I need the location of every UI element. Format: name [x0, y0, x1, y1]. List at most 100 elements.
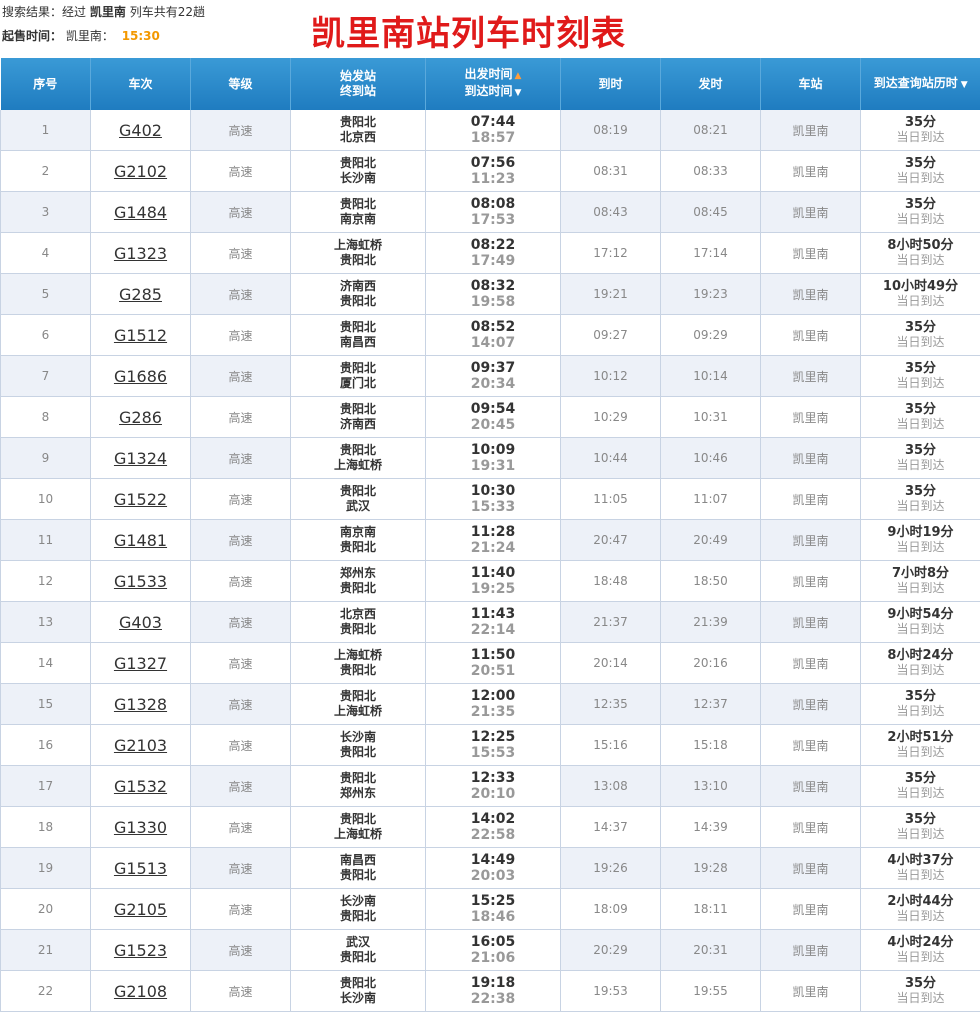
start-station: 贵阳北: [339, 443, 376, 457]
cell-duration: 10小时49分 当日到达: [860, 273, 980, 315]
train-link[interactable]: G1533: [114, 572, 167, 591]
sort-up-icon: ▲: [514, 71, 522, 81]
cell-stations: 上海虹桥 贵阳北: [290, 642, 426, 684]
train-link[interactable]: G2102: [114, 162, 167, 181]
table-row: 2 G2102 高速 贵阳北 长沙南 07:56 11:23 08:31 08:33 凯里南 35分…: [0, 150, 980, 192]
cell-train: G2103: [90, 724, 191, 766]
cell-arrive: 19:21: [560, 273, 661, 315]
train-link[interactable]: G403: [119, 613, 162, 632]
cell-index: 4: [0, 232, 91, 274]
duration-value: 4小时37分: [887, 853, 954, 868]
arrival-day: 当日到达: [896, 581, 945, 595]
train-link[interactable]: G1330: [114, 818, 167, 837]
cell-stations: 贵阳北 南京南: [290, 191, 426, 233]
col-depart-time: 出发时间: [464, 67, 513, 81]
cell-duration: 2小时44分 当日到达: [860, 888, 980, 930]
cell-times: 08:32 19:58: [425, 273, 561, 315]
train-link[interactable]: G2105: [114, 900, 167, 919]
table-row: 6 G1512 高速 贵阳北 南昌西 08:52 14:07 09:27 09:29 凯里南 35分…: [0, 314, 980, 356]
train-link[interactable]: G2108: [114, 982, 167, 1001]
cell-train: G1330: [90, 806, 191, 848]
cell-times: 11:40 19:25: [425, 560, 561, 602]
arrive-time: 21:35: [470, 704, 516, 720]
col-leave: 发时: [660, 58, 761, 110]
cell-station: 凯里南: [760, 765, 861, 807]
arrive-time: 20:51: [470, 663, 516, 679]
end-station: 贵阳北: [339, 622, 376, 636]
cell-times: 15:25 18:46: [425, 888, 561, 930]
start-station: 上海虹桥: [333, 648, 382, 662]
table-header-row: 序号 车次 等级 始发站 终到站 出发时间 ▲ 到达时间 ▼ 到时 发时 车站 到达…: [0, 58, 980, 110]
table-row: 21 G1523 高速 武汉 贵阳北 16:05 21:06 20:29 20:31 凯里南 4小时…: [0, 929, 980, 971]
cell-station: 凯里南: [760, 191, 861, 233]
train-link[interactable]: G286: [119, 408, 162, 427]
depart-time: 08:32: [470, 278, 516, 294]
train-link[interactable]: G1513: [114, 859, 167, 878]
depart-time: 12:33: [470, 770, 516, 786]
table-row: 5 G285 高速 济南西 贵阳北 08:32 19:58 19:21 19:23 凯里南 10小时…: [0, 273, 980, 315]
train-link[interactable]: G402: [119, 121, 162, 140]
cell-leave: 20:16: [660, 642, 761, 684]
end-station: 贵阳北: [339, 540, 376, 554]
end-station: 长沙南: [339, 171, 376, 185]
train-link[interactable]: G1523: [114, 941, 167, 960]
search-result-summary: 搜索结果：经过 凯里南 列车共有22趟: [2, 3, 205, 20]
train-link[interactable]: G1324: [114, 449, 167, 468]
cell-index: 10: [0, 478, 91, 520]
start-station: 南昌西: [339, 853, 376, 867]
train-link[interactable]: G1512: [114, 326, 167, 345]
duration-value: 35分: [904, 812, 937, 827]
cell-station: 凯里南: [760, 601, 861, 643]
cell-arrive: 17:12: [560, 232, 661, 274]
depart-time: 07:56: [470, 155, 516, 171]
cell-station: 凯里南: [760, 642, 861, 684]
train-link[interactable]: G1686: [114, 367, 167, 386]
cell-grade: 高速: [190, 929, 291, 971]
cell-leave: 15:18: [660, 724, 761, 766]
col-times: 出发时间 ▲ 到达时间 ▼: [425, 58, 561, 110]
col-duration[interactable]: 到达查询站历时 ▼: [860, 58, 980, 110]
table-row: 17 G1532 高速 贵阳北 郑州东 12:33 20:10 13:08 13:10 凯里南 35…: [0, 765, 980, 807]
end-station: 贵阳北: [339, 581, 376, 595]
cell-station: 凯里南: [760, 150, 861, 192]
cell-leave: 19:28: [660, 847, 761, 889]
cell-duration: 35分 当日到达: [860, 765, 980, 807]
duration-value: 10小时49分: [882, 279, 959, 294]
cell-duration: 8小时24分 当日到达: [860, 642, 980, 684]
cell-stations: 贵阳北 济南西: [290, 396, 426, 438]
train-link[interactable]: G1481: [114, 531, 167, 550]
sale-time-value: 15:30: [121, 29, 160, 43]
cell-station: 凯里南: [760, 847, 861, 889]
train-link[interactable]: G285: [119, 285, 162, 304]
cell-grade: 高速: [190, 847, 291, 889]
train-link[interactable]: G1484: [114, 203, 167, 222]
cell-stations: 贵阳北 厦门北: [290, 355, 426, 397]
depart-time: 08:52: [470, 319, 516, 335]
depart-time: 09:54: [470, 401, 516, 417]
depart-time: 11:50: [470, 647, 516, 663]
cell-train: G2102: [90, 150, 191, 192]
cell-arrive: 18:48: [560, 560, 661, 602]
cell-stations: 贵阳北 长沙南: [290, 970, 426, 1012]
cell-arrive: 15:16: [560, 724, 661, 766]
sort-arrive-time[interactable]: 到达时间 ▼: [426, 84, 560, 101]
table-row: 14 G1327 高速 上海虹桥 贵阳北 11:50 20:51 20:14 20:16 凯里南 8…: [0, 642, 980, 684]
cell-stations: 贵阳北 北京西: [290, 110, 426, 151]
cell-leave: 10:14: [660, 355, 761, 397]
train-link[interactable]: G1532: [114, 777, 167, 796]
cell-train: G286: [90, 396, 191, 438]
cell-train: G285: [90, 273, 191, 315]
cell-grade: 高速: [190, 478, 291, 520]
table-row: 20 G2105 高速 长沙南 贵阳北 15:25 18:46 18:09 18:11 凯里南 2小…: [0, 888, 980, 930]
cell-times: 11:43 22:14: [425, 601, 561, 643]
cell-stations: 贵阳北 上海虹桥: [290, 683, 426, 725]
train-link[interactable]: G1327: [114, 654, 167, 673]
train-link[interactable]: G1323: [114, 244, 167, 263]
cell-leave: 18:11: [660, 888, 761, 930]
end-station: 贵阳北: [339, 868, 376, 882]
sort-depart-time[interactable]: 出发时间 ▲: [426, 67, 560, 84]
train-link[interactable]: G1522: [114, 490, 167, 509]
train-link[interactable]: G1328: [114, 695, 167, 714]
cell-index: 18: [0, 806, 91, 848]
train-link[interactable]: G2103: [114, 736, 167, 755]
